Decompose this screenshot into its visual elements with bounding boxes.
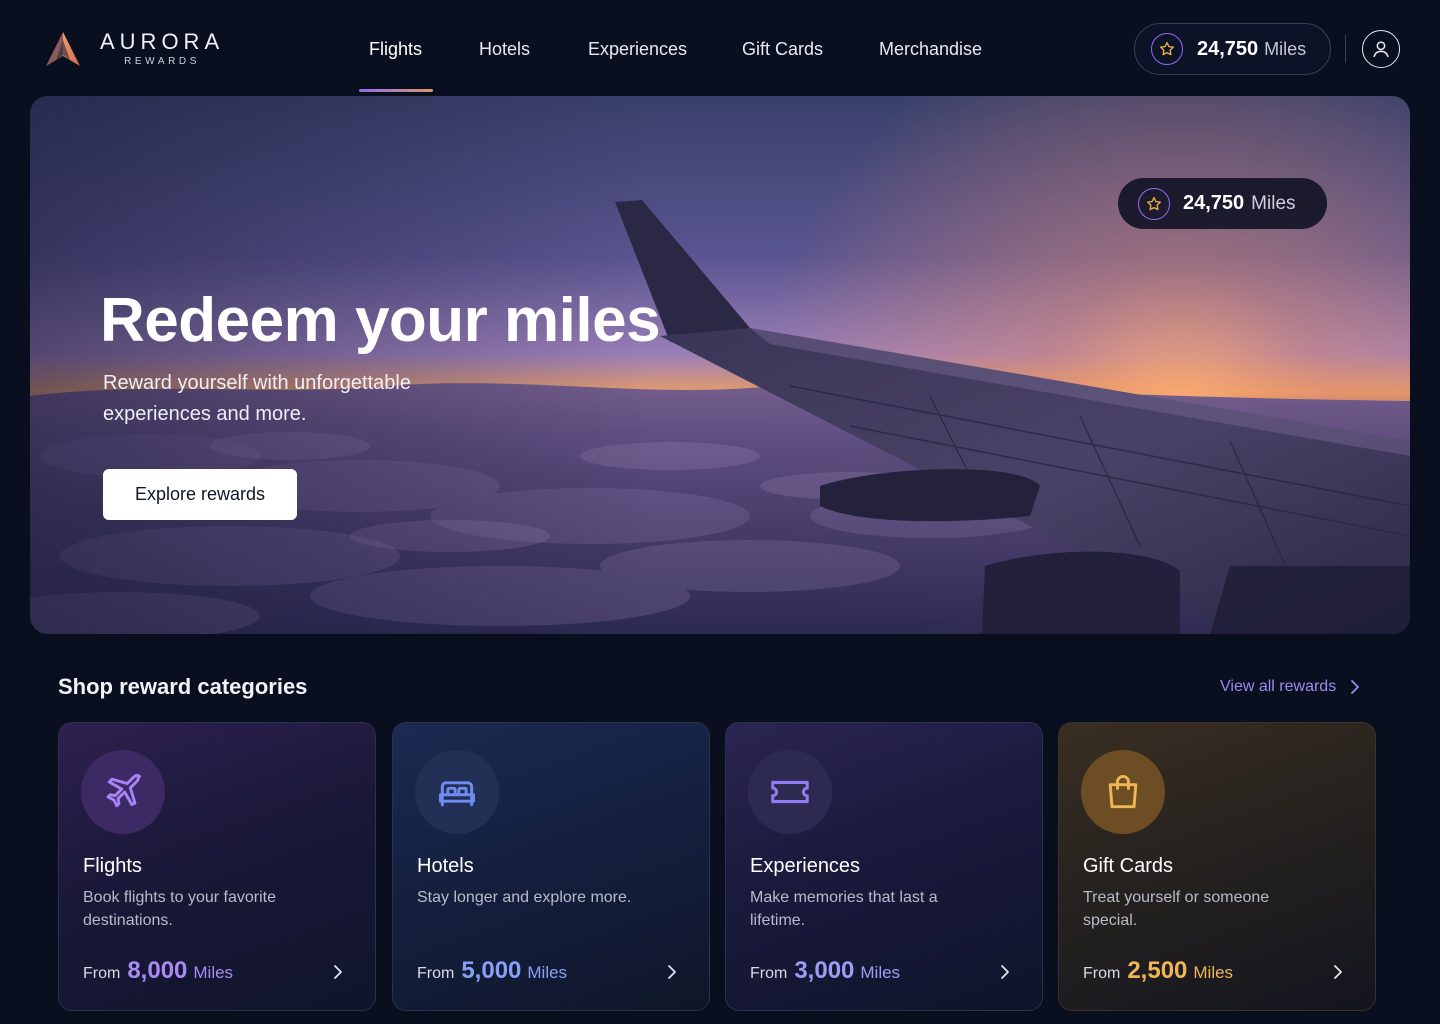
category-description: Book flights to your favorite destinatio…: [83, 889, 276, 929]
hero-subtitle: Reward yourself with unforgettable exper…: [103, 372, 411, 425]
chevron-right-icon: [1001, 965, 1009, 979]
star-icon: [1138, 187, 1170, 220]
price-unit: Miles: [860, 963, 901, 982]
nav-gift-cards[interactable]: Gift Cards: [742, 38, 823, 60]
category-card-hotels[interactable]: Hotels Stay longer and explore more. Fro…: [392, 722, 710, 1011]
view-all-rewards-link[interactable]: View all rewards: [1220, 678, 1360, 696]
category-price: From 3,000 Miles: [750, 957, 900, 985]
miles-balance-button[interactable]: 24,750 Miles: [1134, 23, 1331, 75]
hero-airplane-wing-image: [30, 96, 1410, 634]
price-amount: 8,000: [127, 957, 188, 984]
category-icon-container: [81, 750, 165, 834]
category-icon-container: [415, 750, 499, 834]
price-amount: 3,000: [794, 957, 855, 984]
active-nav-indicator: [359, 89, 433, 92]
price-unit: Miles: [527, 963, 568, 982]
category-description: Treat yourself or someone special.: [1083, 889, 1270, 929]
nav-experiences[interactable]: Experiences: [588, 38, 687, 60]
nav-hotels[interactable]: Hotels: [479, 38, 530, 60]
star-icon: [1151, 33, 1183, 65]
price-prefix: From: [417, 965, 455, 982]
category-description: Stay longer and explore more.: [417, 889, 632, 906]
hero-miles-value: 24,750: [1183, 192, 1245, 214]
bed-icon: [439, 781, 475, 807]
category-title: Experiences: [750, 855, 861, 877]
category-title: Gift Cards: [1083, 855, 1174, 877]
category-price: From 5,000 Miles: [417, 957, 567, 985]
shopping-bag-icon: [1108, 775, 1138, 809]
hero-banner: Redeem your miles Reward yourself with u…: [30, 96, 1410, 634]
ticket-icon: [771, 780, 809, 804]
price-prefix: From: [1083, 965, 1121, 982]
hero-miles-badge: 24,750 Miles: [1118, 178, 1327, 229]
hero-miles-unit: Miles: [1251, 192, 1296, 214]
top-header: AURORA REWARDS Flights Hotels Experience…: [0, 0, 1440, 96]
chevron-right-icon: [334, 965, 342, 979]
category-card-flights[interactable]: Flights Book flights to your favorite de…: [58, 722, 376, 1011]
category-card-experiences[interactable]: Experiences Make memories that last a li…: [725, 722, 1043, 1011]
category-description: Make memories that last a lifetime.: [750, 889, 938, 929]
price-amount: 2,500: [1127, 957, 1188, 984]
user-icon: [1373, 41, 1389, 58]
category-icon-container: [748, 750, 832, 834]
nav-flights[interactable]: Flights: [369, 38, 422, 60]
price-prefix: From: [83, 965, 121, 982]
miles-balance-unit: Miles: [1264, 38, 1307, 59]
plane-icon: [106, 774, 141, 808]
category-price: From 8,000 Miles: [83, 957, 233, 985]
chevron-right-icon: [1351, 680, 1360, 694]
category-icon-container: [1081, 750, 1165, 834]
hero-title: Redeem your miles: [100, 286, 661, 355]
price-unit: Miles: [1193, 963, 1234, 982]
section-title: Shop reward categories: [58, 674, 308, 699]
chevron-right-icon: [1334, 965, 1342, 979]
price-unit: Miles: [193, 963, 234, 982]
category-title: Flights: [83, 855, 142, 877]
price-prefix: From: [750, 965, 788, 982]
category-title: Hotels: [417, 855, 474, 877]
explore-rewards-button[interactable]: Explore rewards: [103, 469, 297, 520]
view-all-label: View all rewards: [1220, 678, 1337, 695]
miles-balance-value: 24,750: [1197, 37, 1259, 60]
category-card-gift-cards[interactable]: Gift Cards Treat yourself or someone spe…: [1058, 722, 1376, 1011]
nav-merchandise[interactable]: Merchandise: [879, 38, 982, 60]
header-divider: [1345, 35, 1346, 63]
chevron-right-icon: [668, 965, 676, 979]
user-account-button[interactable]: [1362, 30, 1400, 68]
category-price: From 2,500 Miles: [1083, 957, 1233, 985]
price-amount: 5,000: [461, 957, 522, 984]
